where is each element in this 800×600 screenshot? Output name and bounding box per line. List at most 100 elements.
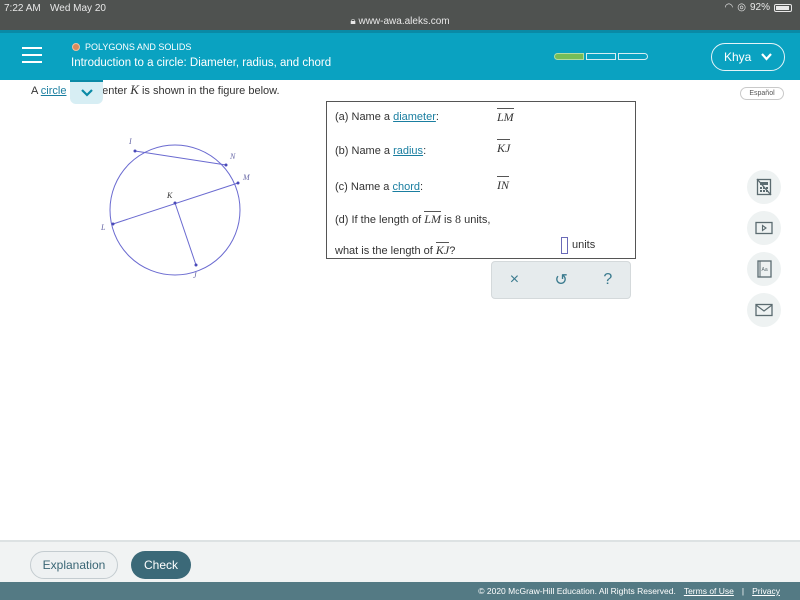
point-J [194,263,198,267]
point-M [236,181,240,185]
user-menu-button[interactable]: Khya [711,43,785,71]
calculator-icon [756,178,772,196]
calculator-button[interactable] [747,170,781,204]
url-text: www-awa.aleks.com [358,16,450,27]
segment-KJ: KJ [435,242,450,257]
lesson-title: Introduction to a circle: Diameter, radi… [71,57,332,69]
label-I: I [128,137,132,146]
menu-button[interactable] [22,47,42,65]
orientation-lock-icon: ◎ [737,2,746,13]
copyright-footer: © 2020 McGraw-Hill Education. All Rights… [0,582,800,600]
point-I [133,149,137,153]
lock-icon: 🔒︎ [350,16,356,27]
problem-intro: A circle center K is shown in the figure… [31,82,280,98]
status-date: Wed May 20 [50,3,106,14]
label-M: M [242,173,251,182]
progress-segment-1 [554,53,584,60]
center-variable: K [130,82,139,97]
label-K: K [166,191,173,200]
action-bar: Explanation Check [0,540,800,582]
progress-segment-3 [618,53,648,60]
label-N: N [229,152,236,161]
collapse-header-button[interactable] [70,80,103,104]
terms-link[interactable]: Terms of Use [684,586,734,596]
help-button[interactable]: ? [603,271,612,289]
point-K [173,201,177,205]
espanol-button[interactable]: Español [740,87,784,100]
side-toolbar: Aa [747,170,781,334]
battery-icon [774,3,792,12]
question-text: (b) Name a [335,145,391,157]
wifi-icon: ◠ [724,2,734,13]
clear-button[interactable]: × [510,271,519,289]
explanation-button[interactable]: Explanation [30,551,118,579]
segment-LM: LM [424,211,441,226]
topic-text: POLYGONS AND SOLIDS [85,42,192,52]
radius-KJ [174,202,197,266]
topic-label: POLYGONS AND SOLIDS [72,42,191,52]
footer-separator: | [741,586,745,596]
circle-figure: I N M K L J [100,137,251,280]
question-text: is [444,214,452,226]
question-text: (d) If the length of [335,214,422,226]
chevron-down-icon [80,89,93,97]
menu-icon-line [22,54,42,56]
status-time: 7:22 AM [4,3,41,14]
length-answer-input[interactable] [561,237,568,254]
circle-link[interactable]: circle [41,85,67,97]
question-text: what is the length of [335,245,433,257]
colon: : [420,181,424,193]
intro-text: is shown in the figure below. [141,85,280,97]
video-icon [755,221,773,235]
question-text: units, [464,214,491,226]
check-button[interactable]: Check [131,551,191,579]
question-a: (a) Name a diameter: [335,111,439,123]
privacy-link[interactable]: Privacy [752,586,780,596]
chevron-down-icon [761,53,773,61]
chord-link[interactable]: chord [392,181,420,193]
message-button[interactable] [747,293,781,327]
user-name: Khya [724,50,752,64]
label-L: L [100,223,106,232]
diameter-link[interactable]: diameter [393,111,436,123]
point-L [111,222,115,226]
question-b: (b) Name a radius: [335,145,426,157]
copyright-text: © 2020 McGraw-Hill Education. All Rights… [478,586,676,596]
dictionary-icon: Aa [757,260,772,278]
topic-status-dot [72,43,80,51]
units-label: units [572,239,596,251]
question-mark: ? [449,245,456,257]
radius-link[interactable]: radius [393,145,423,157]
point-N [224,163,228,167]
video-button[interactable] [747,211,781,245]
lesson-header: POLYGONS AND SOLIDS Introduction to a ci… [0,30,800,80]
question-d: (d) If the length of LM is 8 units, [335,211,491,227]
address-bar[interactable]: 🔒︎ www-awa.aleks.com [0,16,800,27]
ios-status-bar: 7:22 AM Wed May 20 🔒︎ www-awa.aleks.com … [0,0,800,30]
undo-button[interactable]: ↺ [555,270,568,290]
question-text: (a) Name a [335,111,391,123]
answer-c[interactable]: IN [497,176,509,193]
label-J: J [193,271,197,280]
answer-toolbar: × ↺ ? [491,261,631,299]
progress-bar [554,53,648,60]
question-c: (c) Name a chord: [335,181,423,193]
question-text: (c) Name a [335,181,390,193]
colon: : [423,145,427,157]
question-d-part2: what is the length of KJ? [335,242,456,258]
problem-area: A circle center K is shown in the figure… [0,80,800,540]
menu-icon-line [22,61,42,63]
mail-icon [755,303,773,317]
battery-percent: 92% [749,2,770,13]
progress-segment-2 [586,53,616,60]
question-box: (a) Name a diameter: LM (b) Name a radiu… [326,101,636,259]
answer-a[interactable]: LM [497,108,514,125]
answer-b[interactable]: KJ [497,139,511,156]
menu-icon-line [22,47,42,49]
dictionary-button[interactable]: Aa [747,252,781,286]
colon: : [435,111,439,123]
length-value: 8 [455,212,462,226]
svg-text:Aa: Aa [762,267,768,273]
chord-IN [134,150,227,166]
intro-text: A [31,85,38,97]
